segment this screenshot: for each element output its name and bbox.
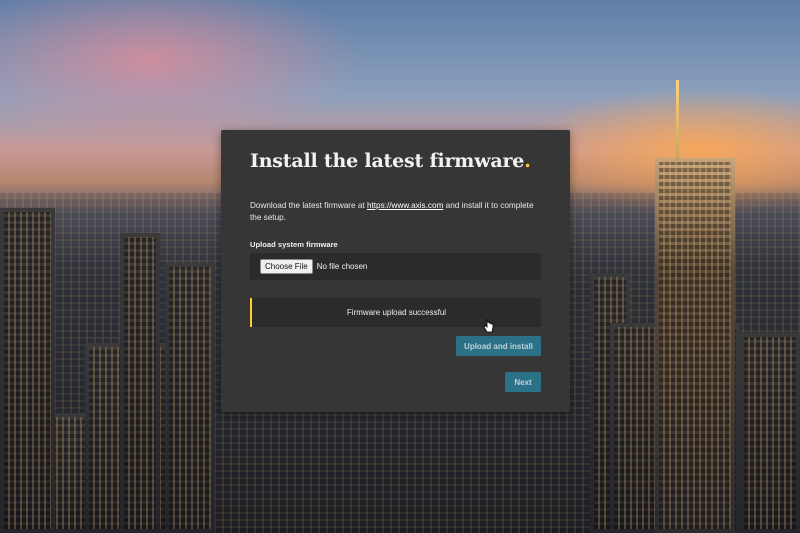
- file-status-text: No file chosen: [316, 262, 368, 271]
- tower-spire: [676, 80, 679, 160]
- next-button[interactable]: Next: [505, 372, 541, 392]
- file-input-row: Choose File No file chosen: [250, 253, 541, 280]
- upload-label: Upload system firmware: [250, 240, 338, 249]
- upload-and-install-button[interactable]: Upload and install: [456, 336, 541, 356]
- dialog-description: Download the latest firmware at https://…: [250, 201, 534, 222]
- mouse-cursor-icon: [483, 319, 494, 333]
- choose-file-button[interactable]: Choose File: [260, 259, 313, 274]
- title-accent-dot: .: [524, 150, 531, 172]
- dialog-title: Install the latest firmware.: [250, 150, 531, 172]
- upload-success-notice: Firmware upload successful: [250, 298, 541, 327]
- firmware-dialog: Install the latest firmware. Download th…: [221, 130, 570, 412]
- axis-link[interactable]: https://www.axis.com: [367, 201, 443, 210]
